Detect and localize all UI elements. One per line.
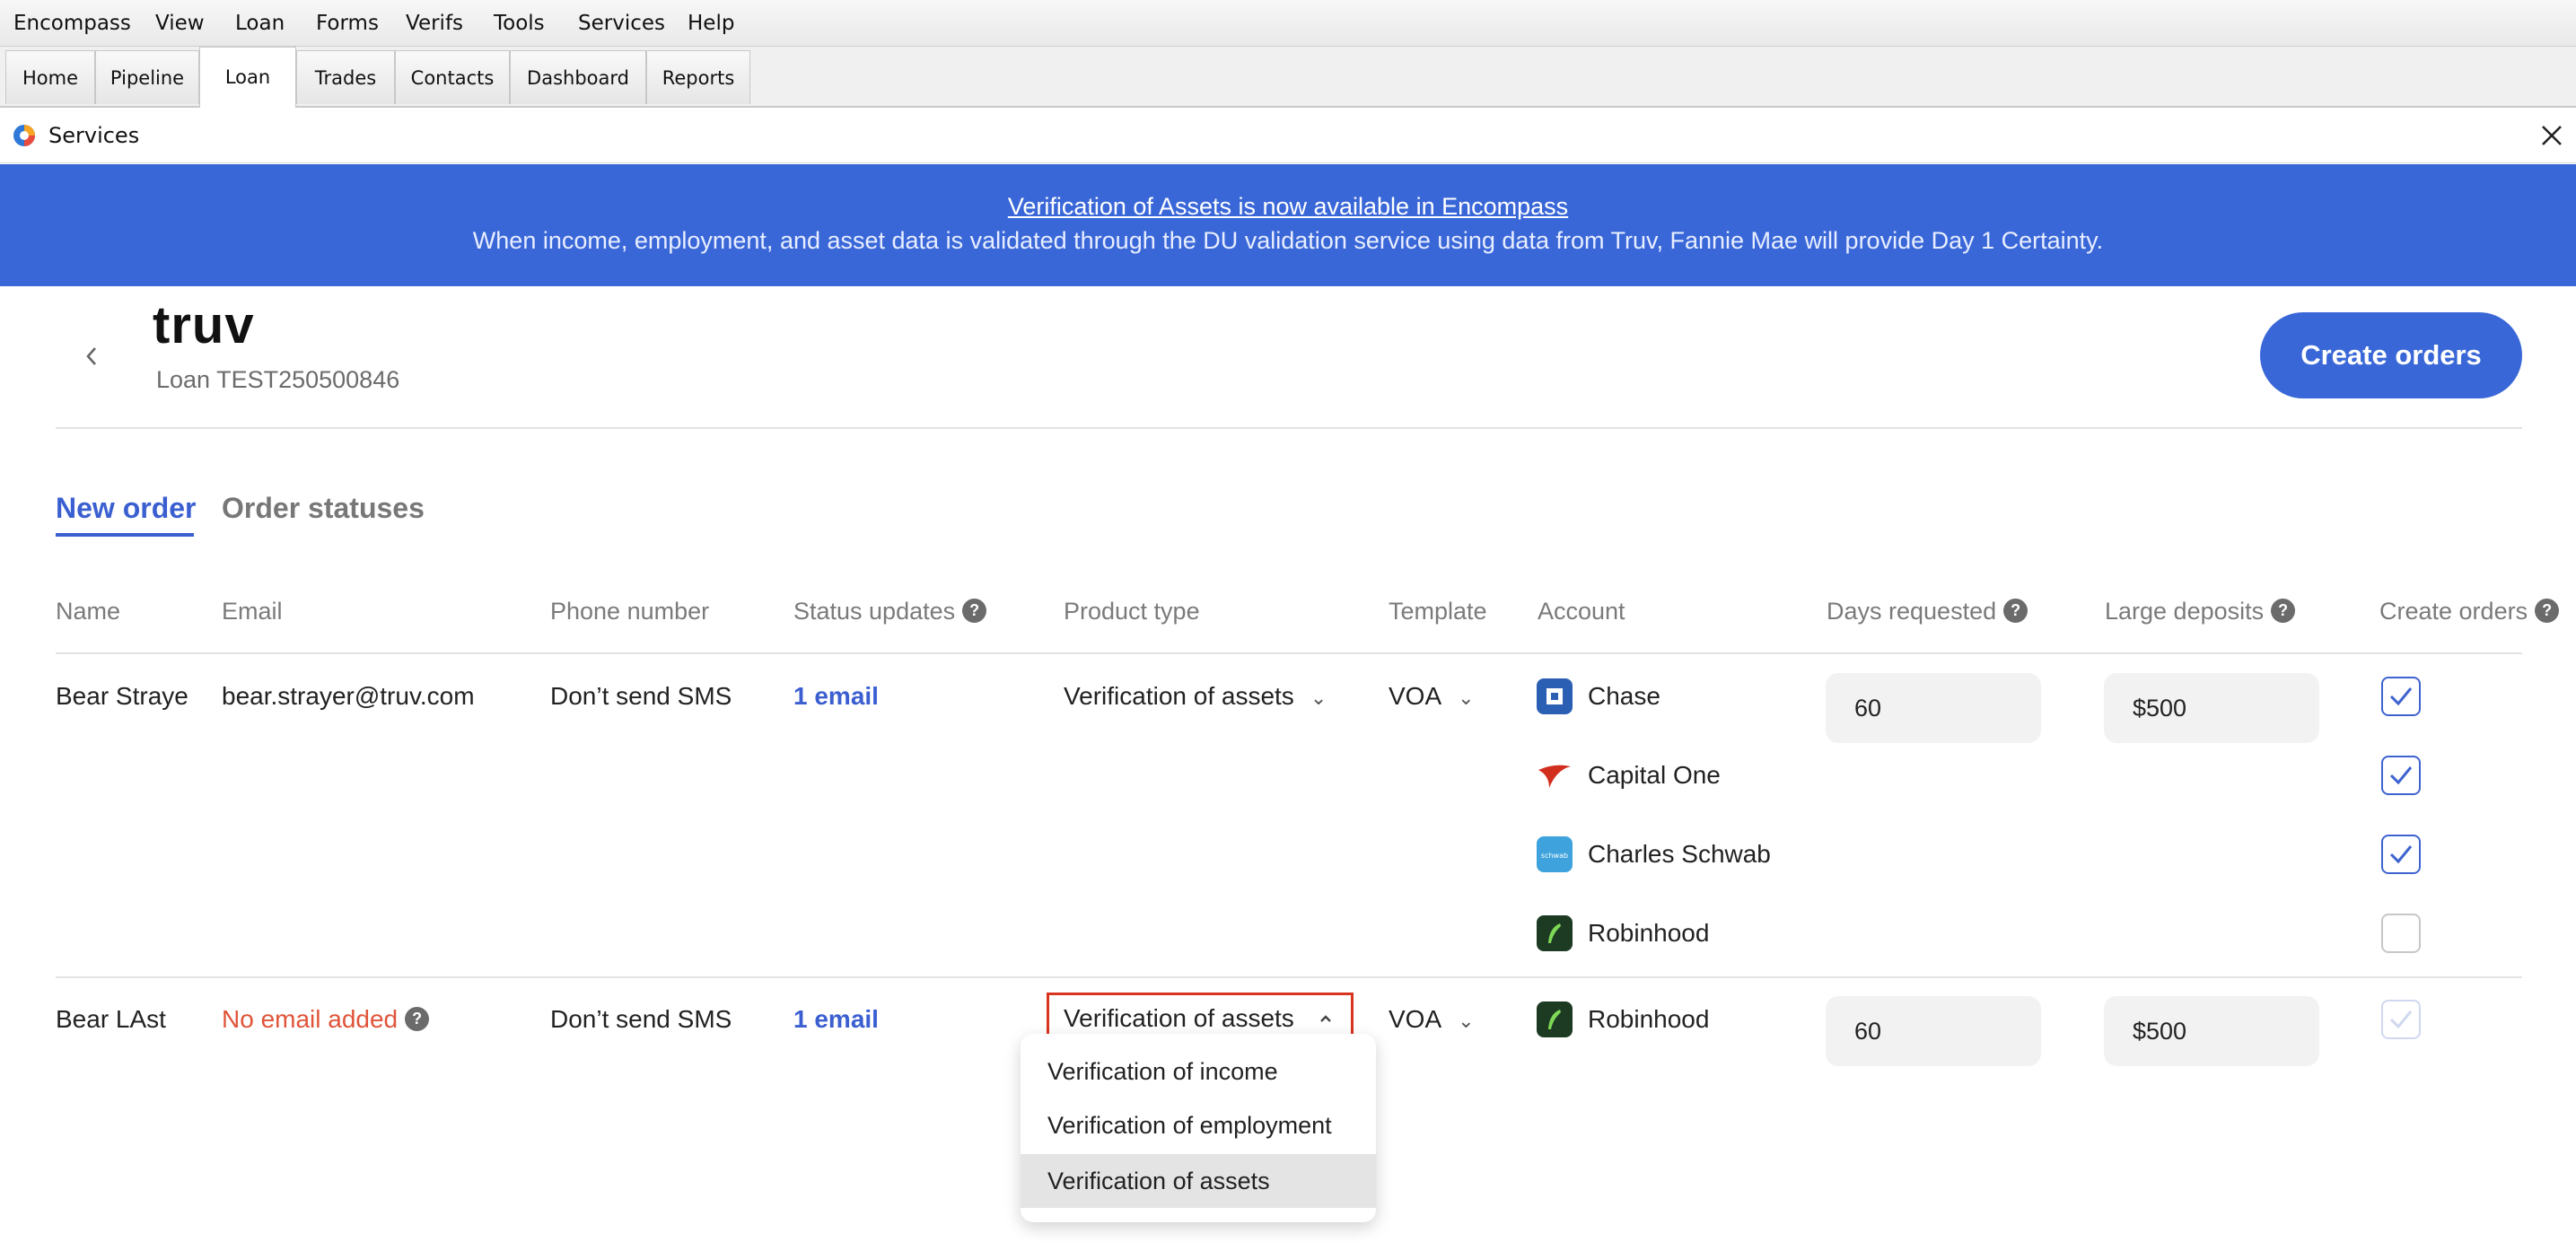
row-name: Bear LAst [56,1005,166,1033]
col-template: Template [1389,598,1487,625]
loan-label: Loan TEST250500846 [156,366,400,393]
menu-tools[interactable]: Tools [494,0,545,47]
days-requested-input[interactable]: 60 [1826,673,2041,743]
svg-text:schwab: schwab [1541,852,1568,860]
chevron-down-icon: ⌄ [1458,686,1475,709]
tab-order-statuses[interactable]: Order statuses [222,490,425,526]
account-name: Chase [1588,682,1660,710]
capital-one-logo-icon [1537,757,1573,793]
template-select[interactable]: VOA ⌄ [1389,1003,1475,1036]
template-value: VOA [1389,1005,1442,1033]
col-product-type: Product type [1064,598,1200,625]
services-title-bar: Services [0,108,2576,163]
col-days-requested: Days requested? [1827,596,2028,626]
header-divider [56,427,2522,429]
dropdown-option-employment[interactable]: Verification of employment [1021,1098,1376,1152]
product-type-dropdown: Verification of income Verification of e… [1021,1034,1376,1222]
chevron-down-icon: ⌄ [1310,686,1327,709]
menu-view[interactable]: View [155,0,205,47]
help-icon[interactable]: ? [2535,599,2560,624]
help-icon[interactable]: ? [2003,599,2028,624]
announcement-banner: Verification of Assets is now available … [0,164,2576,286]
menu-verifs[interactable]: Verifs [406,0,463,47]
template-value: VOA [1389,682,1442,710]
account-name: Robinhood [1588,1005,1710,1033]
row-email-error: No email added? [222,1003,430,1036]
services-icon [13,124,36,147]
help-icon[interactable]: ? [962,599,987,624]
window-title: Services [48,123,140,148]
template-select[interactable]: VOA ⌄ [1389,680,1475,713]
help-icon[interactable]: ? [405,1007,430,1032]
col-create-orders-label: Create orders [2379,598,2528,625]
menu-encompass[interactable]: Encompass [13,0,131,47]
truv-logo: truv [153,296,255,354]
charles-schwab-logo-icon: schwab [1537,836,1573,872]
active-tab-underline [56,533,194,537]
robinhood-logo-icon [1537,915,1573,951]
row-name: Bear Straye [56,682,188,710]
menu-bar: Encompass View Loan Forms Verifs Tools S… [0,0,2576,47]
chevron-down-icon: ⌄ [1458,1009,1475,1032]
product-type-value: Verification of assets [1064,682,1294,710]
col-account: Account [1538,598,1625,625]
back-chevron-icon[interactable] [79,341,104,372]
tab-home[interactable]: Home [5,50,95,104]
tab-trades[interactable]: Trades [296,50,395,104]
account-name: Charles Schwab [1588,840,1771,868]
dropdown-option-income[interactable]: Verification of income [1021,1045,1376,1098]
account-checkbox[interactable] [2381,835,2421,874]
header-row-divider [56,652,2522,654]
banner-link[interactable]: Verification of Assets is now available … [0,191,2576,222]
banner-text: When income, employment, and asset data … [472,227,2104,254]
large-deposits-input[interactable]: $500 [2104,996,2319,1066]
days-requested-input[interactable]: 60 [1826,996,2041,1066]
col-phone: Phone number [550,598,710,625]
row-phone: Don’t send SMS [550,1005,732,1033]
row-phone: Don’t send SMS [550,682,732,710]
col-email: Email [222,598,283,625]
row-divider [56,976,2522,978]
tab-reports[interactable]: Reports [646,50,750,104]
col-create-orders: Create orders? [2379,596,2560,626]
status-updates-link[interactable]: 1 email [793,680,879,713]
menu-help[interactable]: Help [688,0,734,47]
account-name: Capital One [1588,761,1721,789]
row-email: bear.strayer@truv.com [222,682,475,710]
tab-new-order[interactable]: New order [56,490,196,526]
email-error-text: No email added [222,1005,399,1033]
col-days-requested-label: Days requested [1827,598,1997,625]
tab-dashboard[interactable]: Dashboard [510,50,646,104]
col-large-deposits-label: Large deposits [2105,598,2265,625]
large-deposits-input[interactable]: $500 [2104,673,2319,743]
account-checkbox[interactable] [2381,914,2421,953]
menu-forms[interactable]: Forms [316,0,379,47]
create-orders-button[interactable]: Create orders [2260,312,2522,398]
account-name: Robinhood [1588,919,1710,947]
status-updates-link[interactable]: 1 email [793,1003,879,1036]
help-icon[interactable]: ? [2271,599,2296,624]
col-status-updates: Status updates? [793,596,987,626]
product-type-select[interactable]: Verification of assets ⌄ [1064,680,1327,713]
account-checkbox[interactable] [2381,677,2421,716]
close-icon[interactable] [2537,120,2567,151]
col-name: Name [56,598,121,625]
tab-loan[interactable]: Loan [199,47,296,108]
chase-logo-icon [1537,678,1573,714]
tab-contacts[interactable]: Contacts [395,50,510,104]
product-type-value: Verification of assets [1064,1004,1294,1032]
dropdown-option-assets[interactable]: Verification of assets [1021,1154,1376,1208]
tab-pipeline[interactable]: Pipeline [95,50,199,104]
menu-services[interactable]: Services [578,0,665,47]
col-status-updates-label: Status updates [793,598,956,625]
menu-loan[interactable]: Loan [235,0,285,47]
chevron-up-icon [1315,1008,1336,1029]
robinhood-logo-icon [1537,1001,1573,1037]
account-checkbox-disabled [2381,1000,2421,1039]
col-large-deposits: Large deposits? [2105,596,2296,626]
account-checkbox[interactable] [2381,756,2421,795]
